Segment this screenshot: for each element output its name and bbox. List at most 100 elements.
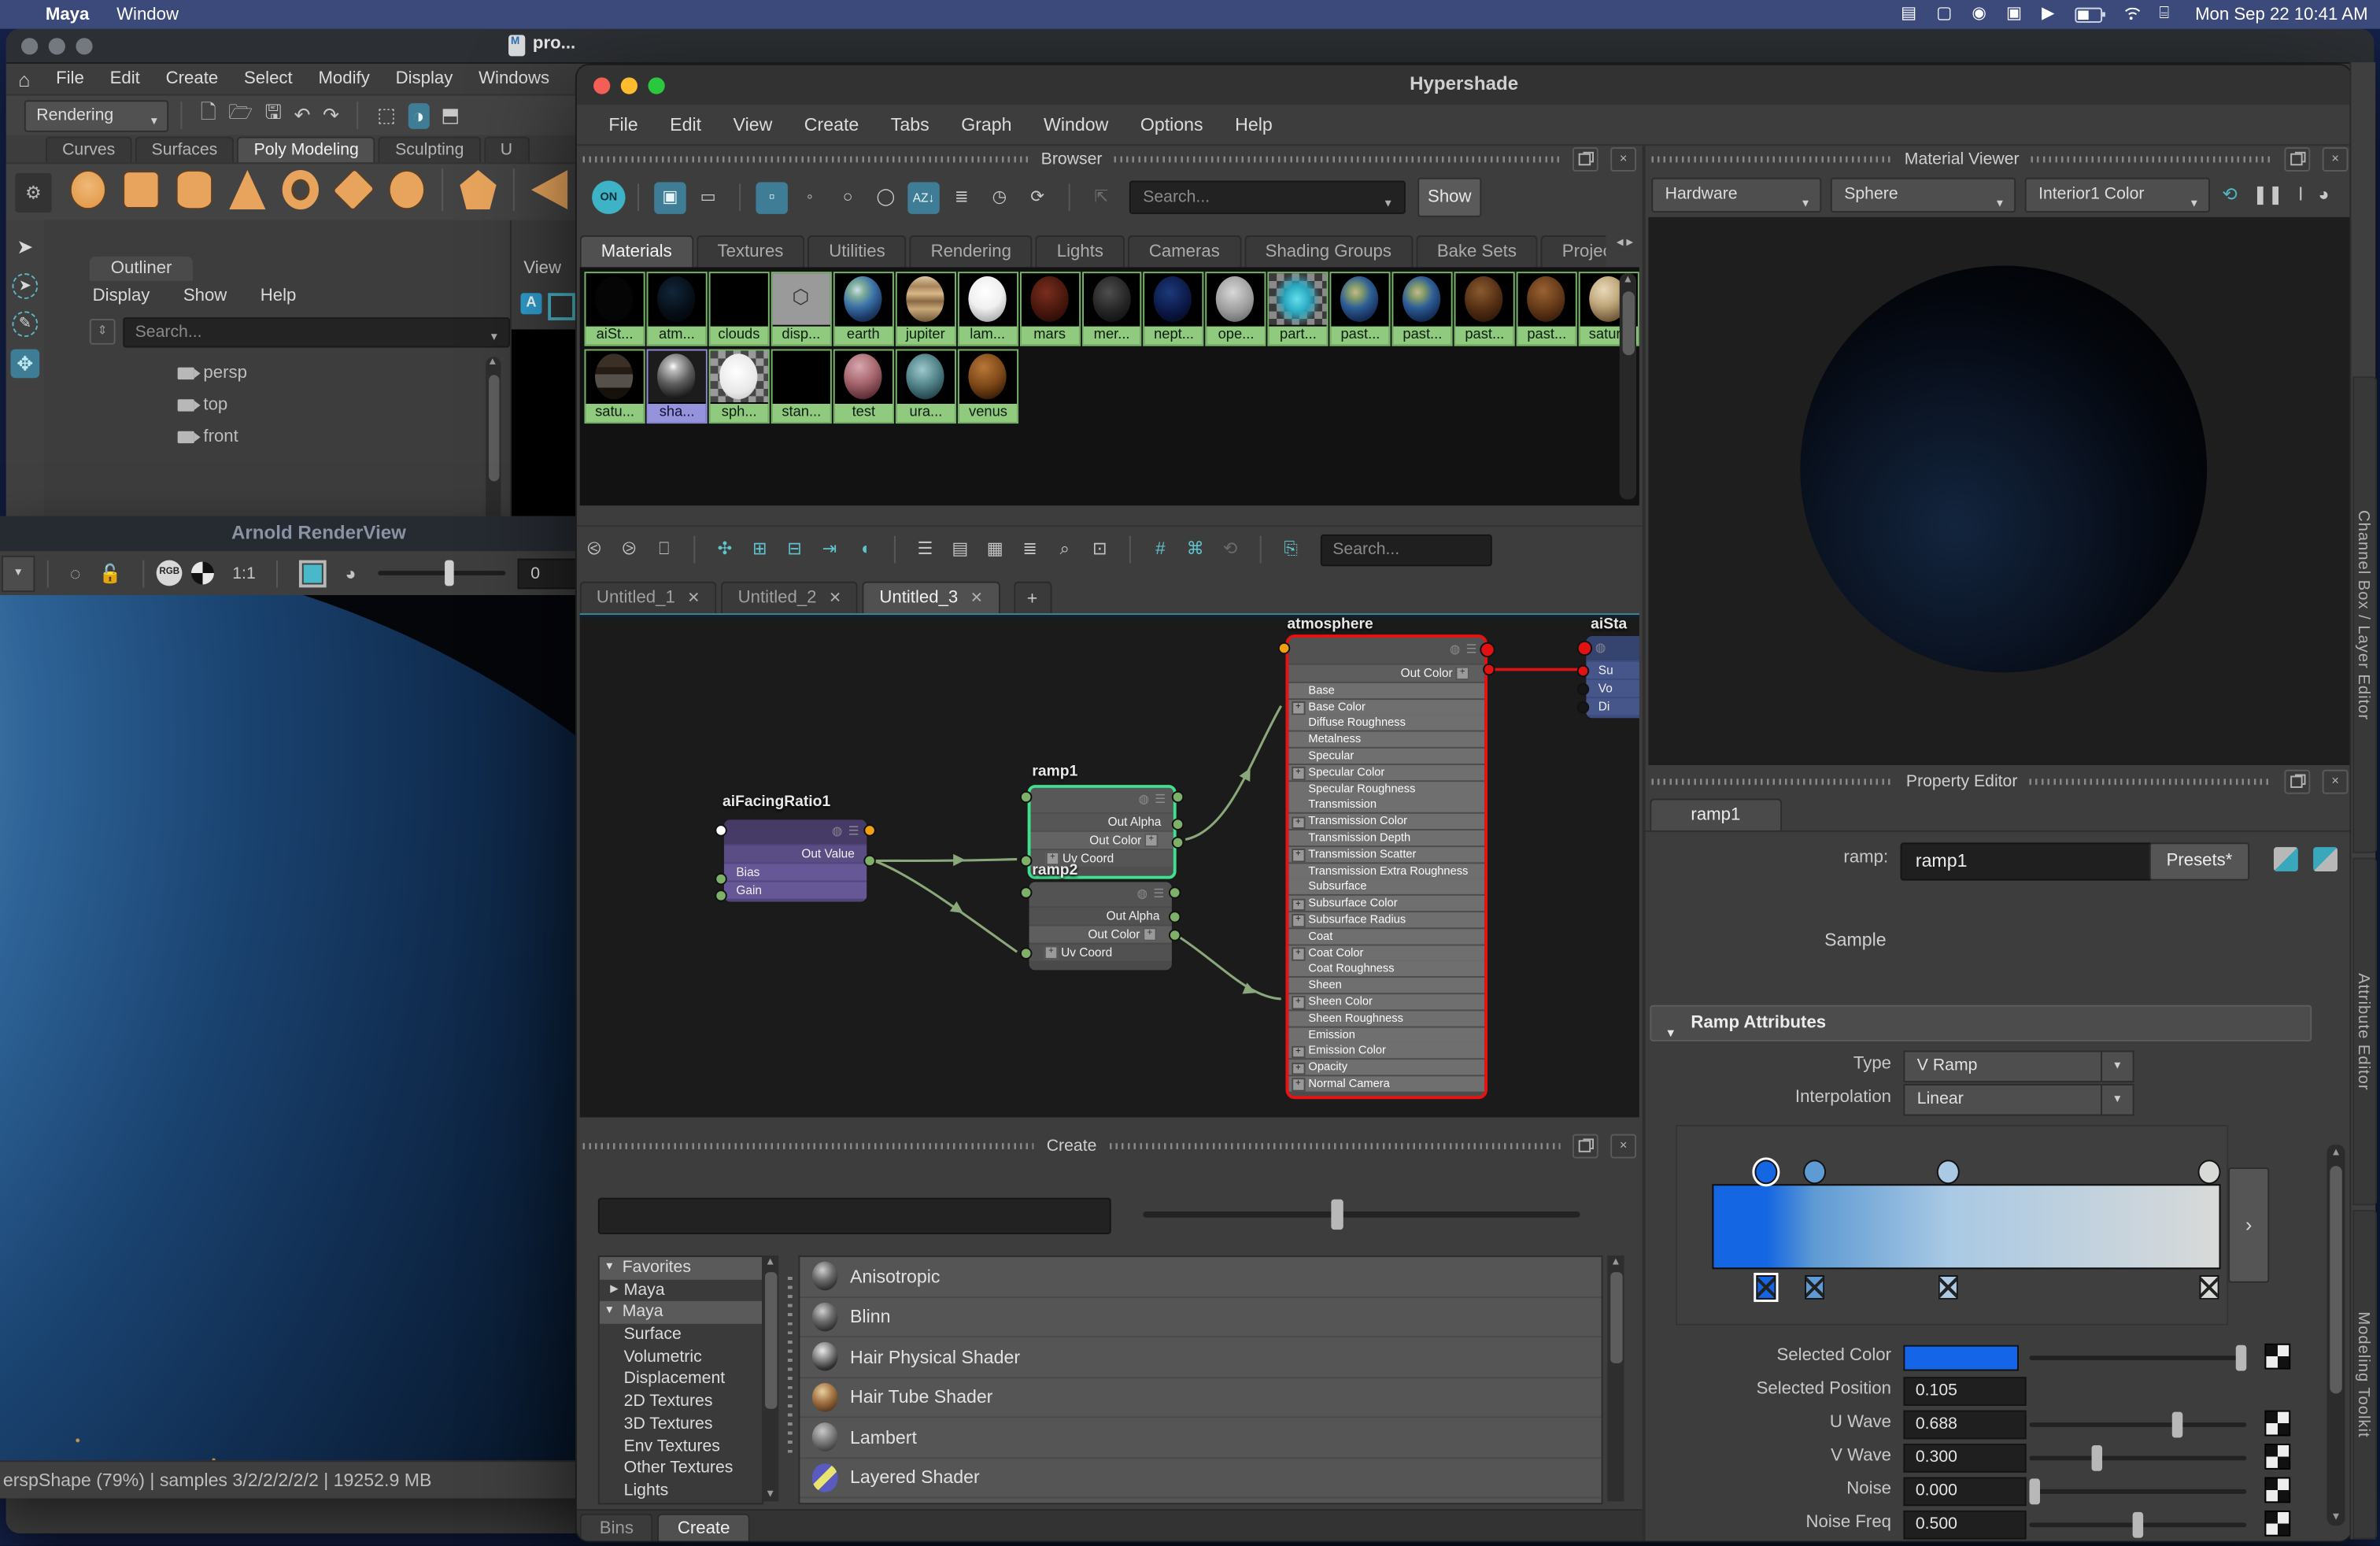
maya-menu-item[interactable]: Windows xyxy=(479,70,549,88)
bypass-icon[interactable]: ◍ xyxy=(1595,641,1606,654)
maya-menu-item[interactable]: Display xyxy=(396,70,453,88)
list-display-icon[interactable]: ▭ xyxy=(692,181,724,213)
copy-tab-icon[interactable] xyxy=(2313,847,2338,871)
tree-item[interactable]: Math xyxy=(600,1502,762,1504)
drag-handle[interactable] xyxy=(1651,156,1892,162)
browser-tab[interactable]: Materials xyxy=(580,235,693,268)
node-row-surface[interactable]: Su xyxy=(1586,662,1639,679)
ramp-stop-delete-box[interactable] xyxy=(1757,1275,1776,1300)
outliner-scrollbar[interactable] xyxy=(486,357,501,542)
outliner-tab[interactable]: Outliner xyxy=(90,257,194,281)
poly-torus-icon[interactable] xyxy=(283,170,319,209)
ramp-stop-delete-box[interactable] xyxy=(1938,1275,1958,1300)
tree-item[interactable]: Maya xyxy=(600,1279,762,1301)
tree-item[interactable]: Displacement xyxy=(600,1368,762,1390)
ramp-stop-handle[interactable] xyxy=(1755,1160,1778,1184)
node-attribute-row[interactable]: Coat Roughness xyxy=(1288,961,1484,976)
node-attribute-row[interactable]: Subsurface Radius xyxy=(1288,912,1484,927)
close-panel-icon[interactable]: × xyxy=(2323,769,2349,793)
tree-item[interactable]: Lights xyxy=(600,1480,762,1502)
quality-slider-icon[interactable]: ǀ xyxy=(2298,183,2303,205)
hypershade-menu-item[interactable]: Create xyxy=(804,114,859,135)
select-object-icon[interactable]: ◑ xyxy=(408,102,429,128)
property-editor-scrollbar[interactable] xyxy=(2326,1145,2345,1526)
browser-tab[interactable]: Rendering xyxy=(910,235,1033,268)
drag-handle[interactable] xyxy=(583,1142,1035,1148)
float-panel-icon[interactable] xyxy=(1572,146,1598,171)
bypass-icon[interactable]: ◍ xyxy=(1138,793,1148,806)
type-dropdown-arrow[interactable]: ▼ xyxy=(2101,1051,2134,1083)
browser-scrollbar[interactable] xyxy=(1620,273,1636,499)
drag-handle[interactable] xyxy=(1651,778,1894,784)
material-swatch[interactable]: mer... xyxy=(1081,272,1142,346)
pin-node-icon[interactable]: ◖ xyxy=(850,535,879,564)
material-swatch[interactable]: lam... xyxy=(957,272,1018,346)
node-attribute-row[interactable]: Coat xyxy=(1288,929,1484,944)
zoom-search-icon[interactable]: ⌕ xyxy=(1051,535,1080,564)
show-hide-attributes-icon[interactable] xyxy=(2274,847,2298,871)
material-swatch[interactable]: satu... xyxy=(584,350,645,423)
next-graph-icon[interactable]: ⧁ xyxy=(615,535,644,564)
outliner-collapse-icon[interactable]: ⇕ xyxy=(90,319,116,345)
exposure-slider-handle[interactable] xyxy=(444,560,453,586)
drag-handle[interactable] xyxy=(2030,778,2272,784)
input-port[interactable] xyxy=(715,824,726,836)
region-crop-icon[interactable] xyxy=(300,560,327,587)
platonic-solid-icon[interactable] xyxy=(460,170,496,209)
poly-cylinder-icon[interactable] xyxy=(176,170,213,209)
material-swatch[interactable]: venus xyxy=(958,350,1018,423)
hypershade-menu-item[interactable]: Graph xyxy=(961,114,1011,135)
create-search-input[interactable] xyxy=(598,1198,1111,1234)
ramp-gradient-widget[interactable] xyxy=(1676,1125,2228,1326)
bias-port[interactable] xyxy=(715,873,726,885)
out-alpha-port[interactable] xyxy=(1172,818,1184,830)
expand-icon[interactable]: + xyxy=(1044,946,1058,960)
tree-item[interactable]: 2D Textures xyxy=(600,1391,762,1413)
node-attribute-row[interactable]: Transmission Color xyxy=(1288,814,1484,829)
browser-tab[interactable]: Utilities xyxy=(808,235,906,268)
u-wave-slider[interactable] xyxy=(2029,1422,2246,1427)
outliner-item[interactable]: persp xyxy=(90,357,477,389)
expand-icon[interactable]: + xyxy=(1144,834,1158,848)
create-size-slider[interactable] xyxy=(1143,1211,1580,1218)
slider-handle[interactable] xyxy=(2029,1478,2040,1504)
node-row-bias[interactable]: Bias xyxy=(724,864,867,880)
pin-browser-icon[interactable]: ⇱ xyxy=(1085,181,1118,213)
icon-size-large-icon[interactable]: ○ xyxy=(832,181,864,213)
create-list-item[interactable]: Lambert xyxy=(800,1418,1601,1458)
out-color-port[interactable] xyxy=(1169,929,1181,941)
sort-alpha-icon[interactable]: AZ↓ xyxy=(907,181,940,213)
tree-item[interactable]: Env Textures xyxy=(600,1435,762,1457)
output-port[interactable] xyxy=(863,824,875,836)
clear-graph-icon[interactable]: ⎕ xyxy=(649,535,678,564)
out-color-port[interactable] xyxy=(1483,664,1495,675)
create-list-item[interactable]: Anisotropic xyxy=(800,1257,1601,1297)
node-row-out-alpha[interactable]: Out Alpha xyxy=(1030,814,1173,830)
graph-tab[interactable]: Untitled_3✕ xyxy=(863,582,1000,614)
alpha-checker-icon[interactable] xyxy=(191,562,214,585)
tree-item[interactable]: Maya xyxy=(600,1302,762,1324)
u-wave-field[interactable]: 0.688 xyxy=(1903,1411,2026,1440)
snap-icon[interactable]: ⌘ xyxy=(1181,535,1210,564)
texture-map-button[interactable] xyxy=(2264,1477,2290,1503)
tab-attribute-editor[interactable]: Attribute Editor xyxy=(2352,858,2377,1206)
browser-tab[interactable]: Projec xyxy=(1541,235,1606,268)
paint-select-tool-icon[interactable]: ✎ xyxy=(12,311,38,337)
texture-map-button[interactable] xyxy=(2264,1344,2290,1370)
node-attribute-row[interactable]: Sheen Roughness xyxy=(1288,1011,1484,1026)
presets-button[interactable]: Presets* xyxy=(2149,842,2249,880)
tab-channel-box[interactable]: Channel Box / Layer Editor xyxy=(2352,376,2377,853)
node-attribute-row[interactable]: Emission Color xyxy=(1288,1044,1484,1059)
screen-mirroring-icon[interactable]: ▣ xyxy=(2006,0,2022,29)
node-attribute-row[interactable]: Subsurface Color xyxy=(1288,896,1484,911)
material-swatch[interactable]: test xyxy=(833,350,894,423)
bottom-tab[interactable]: Bins xyxy=(580,1514,653,1543)
node-attribute-row[interactable]: Specular Color xyxy=(1288,765,1484,780)
hypershade-menu-item[interactable]: Window xyxy=(1044,114,1108,135)
selected-color-slider[interactable] xyxy=(2029,1356,2246,1360)
maya-menu-item[interactable]: Select xyxy=(244,70,293,88)
material-swatch[interactable]: past... xyxy=(1517,272,1577,346)
material-swatch[interactable]: clouds xyxy=(708,272,769,346)
input-port[interactable] xyxy=(1278,642,1290,654)
out-alpha-port[interactable] xyxy=(1169,911,1181,923)
